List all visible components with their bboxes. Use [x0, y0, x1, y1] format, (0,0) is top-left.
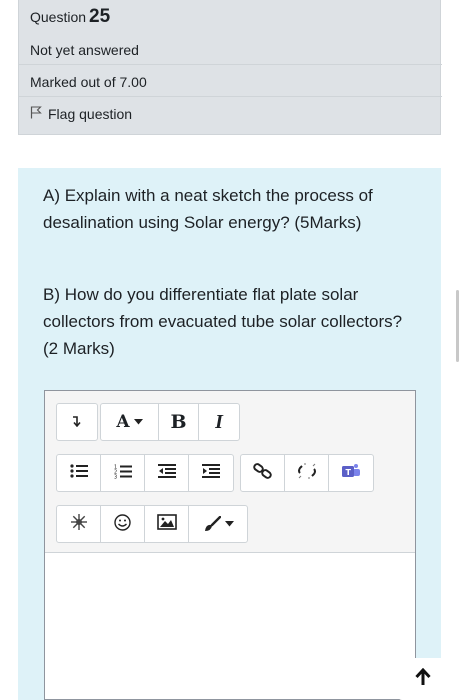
- indent-button[interactable]: [189, 455, 233, 491]
- question-number: 25: [89, 6, 111, 27]
- toolbar-group-links: T: [240, 454, 374, 492]
- paint-brush-icon: [203, 516, 234, 532]
- question-info-panel: Question 25 Not yet answered Marked out o…: [18, 0, 442, 135]
- svg-text:T: T: [346, 468, 352, 477]
- special-character-icon: [70, 513, 88, 535]
- question-part-b: B) How do you differentiate flat plate s…: [43, 285, 403, 358]
- scrollbar[interactable]: [456, 290, 459, 362]
- marks-info: Marked out of 7.00: [30, 74, 147, 90]
- ordered-list-icon: 123: [114, 464, 132, 483]
- editor-text-area[interactable]: [45, 554, 415, 699]
- flag-question-label: Flag question: [48, 106, 133, 122]
- unordered-list-button[interactable]: [57, 455, 101, 491]
- bold-icon: B: [170, 411, 187, 433]
- link-button[interactable]: [241, 455, 285, 491]
- divider: [19, 96, 442, 97]
- toolbar-group-lists: 123: [56, 454, 234, 492]
- chevron-down-icon: [133, 419, 143, 425]
- editor-toolbar: A B I 123 T: [45, 391, 415, 553]
- emoji-button[interactable]: [101, 506, 145, 542]
- emoji-icon: [114, 513, 131, 535]
- ordered-list-button[interactable]: 123: [101, 455, 145, 491]
- font-color-label: A: [116, 412, 130, 432]
- flag-icon: [30, 106, 42, 122]
- answer-status: Not yet answered: [30, 42, 139, 58]
- chevron-down-icon: [224, 521, 234, 527]
- scroll-to-top-button[interactable]: [398, 658, 448, 700]
- svg-text:3: 3: [114, 474, 117, 479]
- font-color-button[interactable]: A: [101, 404, 159, 440]
- toolbar-group-style: A B I: [100, 403, 240, 441]
- unlink-button[interactable]: [285, 455, 329, 491]
- question-title: Question 25: [30, 6, 110, 28]
- teams-meeting-button[interactable]: T: [329, 455, 373, 491]
- divider: [19, 64, 442, 65]
- teams-meeting-icon: T: [341, 463, 361, 483]
- collapse-toggle-button[interactable]: [57, 404, 97, 440]
- question-content-panel: A) Explain with a neat sketch the proces…: [18, 168, 441, 700]
- image-button[interactable]: [145, 506, 189, 542]
- arrow-up-icon: [415, 667, 431, 691]
- unordered-list-icon: [69, 464, 88, 482]
- question-part-a: A) Explain with a neat sketch the proces…: [43, 186, 373, 232]
- unlink-icon: [297, 463, 317, 483]
- outdent-button[interactable]: [145, 455, 189, 491]
- bold-button[interactable]: B: [159, 404, 199, 440]
- collapse-toggle-icon: [72, 414, 82, 431]
- italic-icon: I: [215, 410, 223, 433]
- font-color-icon: A: [116, 412, 143, 432]
- paint-brush-button[interactable]: [189, 506, 247, 542]
- question-label: Question: [30, 9, 87, 25]
- toolbar-group-collapse: [56, 403, 98, 441]
- link-icon: [252, 463, 273, 483]
- image-icon: [156, 514, 177, 534]
- outdent-icon: [157, 464, 176, 482]
- toolbar-group-insert: [56, 505, 248, 543]
- answer-editor: A B I 123 T: [44, 390, 416, 700]
- special-character-button[interactable]: [57, 506, 101, 542]
- italic-button[interactable]: I: [199, 404, 239, 440]
- flag-question-link[interactable]: Flag question: [30, 106, 132, 122]
- indent-icon: [202, 464, 220, 482]
